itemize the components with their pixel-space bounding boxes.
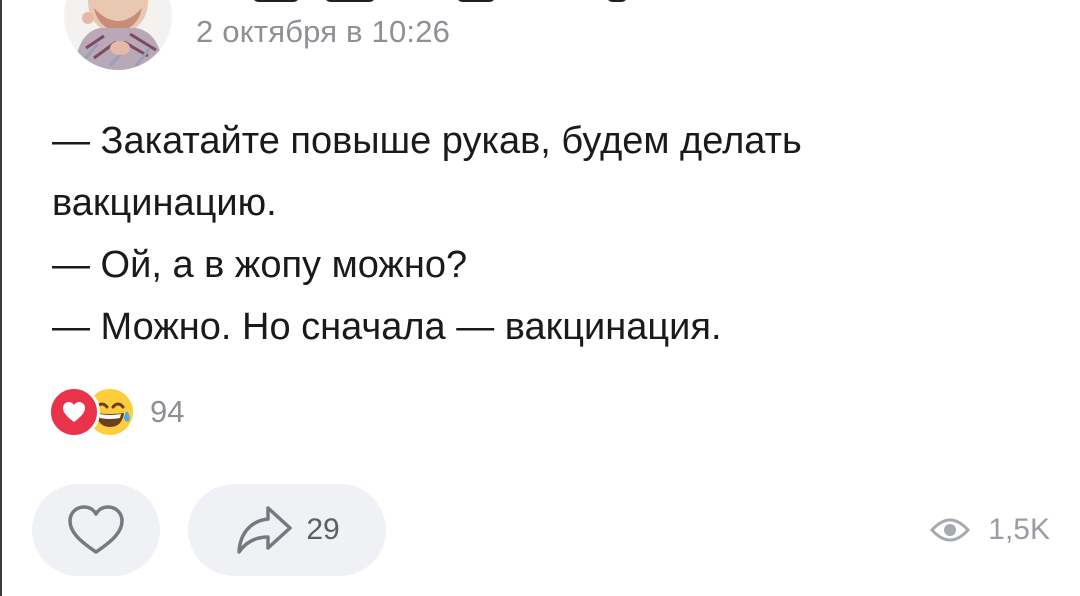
share-button[interactable]: 29 <box>188 484 386 576</box>
like-button[interactable] <box>32 484 160 576</box>
post-text-line: — Ой, а в жопу можно? <box>52 244 468 286</box>
heart-reaction-icon <box>48 386 100 438</box>
post-text: — Закатайте повыше рукав, будем делать в… <box>52 110 1052 358</box>
left-border <box>0 0 2 596</box>
views-count: 1,5K <box>988 513 1050 546</box>
post-card: 2 октября в 10:26 — Закатайте повыше рук… <box>0 0 1080 596</box>
reactions-summary[interactable]: 94 <box>48 384 184 440</box>
reactions-count: 94 <box>150 394 185 429</box>
share-count: 29 <box>306 513 340 546</box>
author-name-cropped <box>196 0 636 2</box>
eye-icon <box>930 518 971 542</box>
heart-outline-icon <box>68 505 124 554</box>
author-avatar[interactable] <box>64 0 172 70</box>
post-text-line: вакцинацию. <box>52 182 277 224</box>
post-text-line: — Закатайте повыше рукав, будем делать <box>52 120 802 162</box>
post-text-line: — Можно. Но сначала — вакцинация. <box>52 306 722 348</box>
share-arrow-icon <box>237 506 293 554</box>
views-counter: 1,5K <box>930 506 1050 554</box>
post-date[interactable]: 2 октября в 10:26 <box>196 14 450 50</box>
